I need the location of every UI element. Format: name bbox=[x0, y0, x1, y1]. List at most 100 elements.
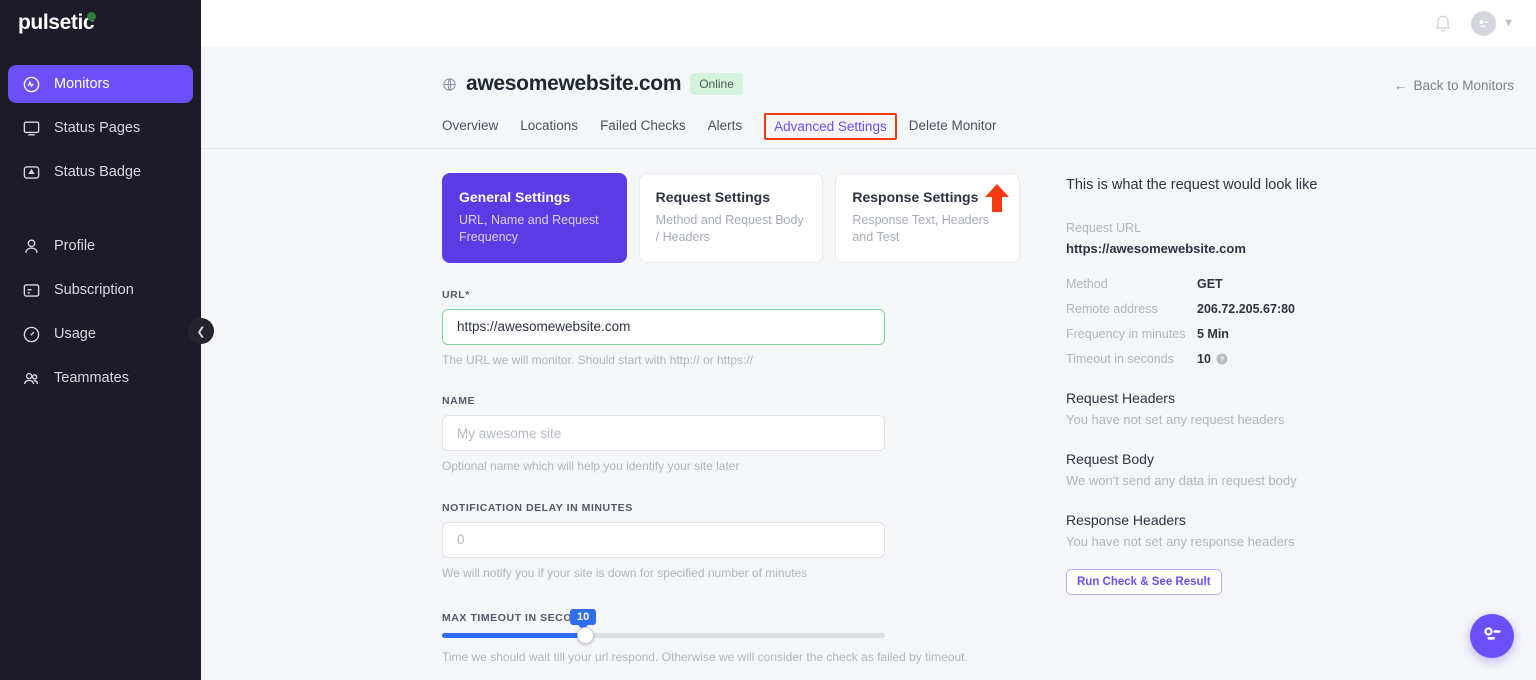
chevron-down-icon: ▼ bbox=[1503, 17, 1514, 29]
tab-locations[interactable]: Locations bbox=[520, 118, 592, 144]
section-heading: Request Body bbox=[1066, 451, 1154, 467]
tab-failed-checks[interactable]: Failed Checks bbox=[600, 118, 700, 144]
card-subtitle: URL, Name and Request Frequency bbox=[459, 213, 599, 244]
sidebar-item-label: Subscription bbox=[54, 282, 134, 298]
row-key: Method bbox=[1066, 277, 1108, 291]
notification-delay-input[interactable]: 0 bbox=[442, 521, 885, 558]
row-value: GET bbox=[1197, 277, 1223, 291]
section-heading: Response Headers bbox=[1066, 512, 1186, 528]
tab-alerts[interactable]: Alerts bbox=[708, 118, 757, 144]
card-subtitle: Method and Request Body / Headers bbox=[655, 213, 804, 244]
sidebar-item-monitors[interactable]: Monitors bbox=[8, 65, 193, 103]
logo-text: pulsetic bbox=[18, 11, 95, 34]
card-icon bbox=[21, 280, 41, 300]
max-timeout-field-group: MAX TIMEOUT IN SECONDS 10 Time we should… bbox=[442, 608, 1020, 666]
page-content: awesomewebsite.com Online ← Back to Moni… bbox=[201, 46, 1536, 680]
card-general-settings[interactable]: General Settings URL, Name and Request F… bbox=[442, 173, 627, 263]
back-link-label: Back to Monitors bbox=[1413, 78, 1514, 93]
request-url-label: Request URL bbox=[1066, 221, 1142, 235]
person-icon bbox=[21, 236, 41, 256]
max-timeout-hint: Time we should wait till your url respon… bbox=[442, 649, 968, 664]
screen-icon bbox=[21, 118, 41, 138]
request-meta-rows: Method GET Remote address 206.72.205.67:… bbox=[1066, 277, 1514, 366]
sidebar-item-status-pages[interactable]: Status Pages bbox=[8, 109, 193, 147]
sidebar-item-label: Teammates bbox=[54, 370, 129, 386]
chat-face-icon bbox=[1480, 622, 1504, 651]
chevron-left-icon: ❮ bbox=[196, 325, 206, 338]
card-title: Response Settings bbox=[852, 189, 979, 205]
row-key: Frequency in minutes bbox=[1066, 327, 1186, 341]
row-key: Remote address bbox=[1066, 302, 1158, 316]
sidebar-collapse-button[interactable]: ❮ bbox=[188, 318, 214, 344]
request-url-block: Request URL https://awesomewebsite.com bbox=[1066, 221, 1514, 256]
tab-overview[interactable]: Overview bbox=[442, 118, 512, 144]
red-arrow-annotation bbox=[984, 184, 1010, 212]
tab-advanced-settings[interactable]: Advanced Settings bbox=[764, 113, 897, 140]
request-body-section: Request Body We won't send any data in r… bbox=[1066, 451, 1514, 488]
slider-value-tooltip: 10 bbox=[570, 608, 597, 625]
avatar bbox=[1471, 10, 1497, 36]
help-circle-icon[interactable]: ? bbox=[1216, 353, 1228, 365]
sidebar-item-usage[interactable]: Usage bbox=[8, 315, 193, 353]
sidebar-item-label: Profile bbox=[54, 238, 96, 254]
sidebar-item-status-badge[interactable]: Status Badge bbox=[8, 153, 193, 191]
slider-fill bbox=[442, 632, 587, 638]
name-input[interactable]: My awesome site bbox=[442, 415, 885, 452]
notification-delay-label: NOTIFICATION DELAY IN MINUTES bbox=[442, 501, 633, 514]
settings-form-column: General Settings URL, Name and Request F… bbox=[442, 173, 1021, 680]
card-request-settings[interactable]: Request Settings Method and Request Body… bbox=[638, 173, 824, 263]
table-row: Remote address 206.72.205.67:80 bbox=[1066, 302, 1514, 316]
topbar: ▼ bbox=[201, 0, 1536, 46]
url-hint: The URL we will monitor. Should start wi… bbox=[442, 352, 754, 367]
name-label: NAME bbox=[442, 395, 476, 408]
sidebar-item-subscription[interactable]: Subscription bbox=[8, 271, 193, 309]
run-check-button[interactable]: Run Check & See Result bbox=[1066, 569, 1222, 595]
sidebar-item-profile[interactable]: Profile bbox=[8, 227, 193, 265]
url-field-group: URL* https://awesomewebsite.com The URL … bbox=[442, 289, 1020, 369]
row-value: 10 ? bbox=[1197, 352, 1228, 366]
monitor-pulse-icon bbox=[21, 74, 41, 94]
section-text: You have not set any request headers bbox=[1066, 412, 1285, 427]
arrow-left-icon: ← bbox=[1393, 78, 1408, 93]
card-title: Request Settings bbox=[655, 189, 771, 205]
settings-columns: General Settings URL, Name and Request F… bbox=[201, 173, 1536, 680]
name-field-group: NAME My awesome site Optional name which… bbox=[442, 395, 1020, 475]
table-row: Timeout in seconds 10 ? bbox=[1066, 352, 1514, 366]
sidebar-divider-gap bbox=[8, 197, 193, 227]
notification-delay-hint: We will notify you if your site is down … bbox=[442, 565, 808, 580]
page-title: awesomewebsite.com bbox=[466, 72, 682, 95]
card-title: General Settings bbox=[459, 189, 571, 205]
section-text: We won't send any data in request body bbox=[1066, 473, 1297, 488]
response-headers-section: Response Headers You have not set any re… bbox=[1066, 512, 1514, 549]
preview-title: This is what the request would look like bbox=[1066, 177, 1318, 193]
logo[interactable]: pulsetic bbox=[0, 0, 201, 46]
slider-thumb[interactable] bbox=[577, 626, 594, 644]
max-timeout-label-row: MAX TIMEOUT IN SECONDS bbox=[442, 612, 1020, 624]
bell-icon[interactable] bbox=[1433, 13, 1453, 33]
sidebar-item-label: Usage bbox=[54, 326, 96, 342]
tab-delete-monitor[interactable]: Delete Monitor bbox=[909, 118, 1011, 144]
globe-icon bbox=[442, 77, 457, 92]
request-preview-panel: This is what the request would look like… bbox=[1020, 173, 1514, 680]
sidebar-item-label: Status Pages bbox=[54, 120, 141, 136]
sidebar-item-teammates[interactable]: Teammates bbox=[8, 359, 193, 397]
sidebar-nav: Monitors Status Pages Status Badge Profi… bbox=[0, 65, 201, 397]
name-hint: Optional name which will help you identi… bbox=[442, 459, 740, 474]
user-menu[interactable]: ▼ bbox=[1471, 10, 1514, 36]
sidebar-item-label: Monitors bbox=[54, 76, 110, 92]
tab-bar: Overview Locations Failed Checks Alerts … bbox=[201, 113, 1536, 149]
chat-support-button[interactable] bbox=[1470, 614, 1514, 658]
url-input[interactable]: https://awesomewebsite.com bbox=[442, 308, 885, 345]
back-to-monitors-link[interactable]: ← Back to Monitors bbox=[1394, 72, 1514, 93]
max-timeout-slider[interactable]: 10 bbox=[442, 608, 885, 644]
row-key: Timeout in seconds bbox=[1066, 352, 1174, 366]
sidebar-item-label: Status Badge bbox=[54, 164, 142, 180]
settings-card-group: General Settings URL, Name and Request F… bbox=[442, 173, 1021, 263]
notification-delay-field-group: NOTIFICATION DELAY IN MINUTES 0 We will … bbox=[442, 502, 1020, 582]
status-badge: Online bbox=[690, 73, 743, 95]
sidebar: pulsetic Monitors Status Pages Status Ba… bbox=[0, 0, 214, 680]
section-heading: Request Headers bbox=[1066, 390, 1175, 406]
svg-text:?: ? bbox=[1220, 355, 1225, 364]
row-value: 206.72.205.67:80 bbox=[1197, 302, 1296, 316]
main-area: ▼ awesomewebsite.com Online ← Back to Mo… bbox=[201, 0, 1536, 680]
